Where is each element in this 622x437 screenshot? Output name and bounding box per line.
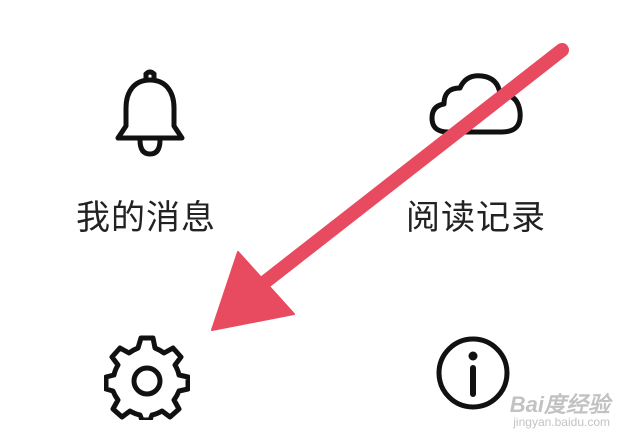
reading-history-label: 阅读记录 — [406, 198, 546, 238]
info-icon — [436, 336, 510, 410]
settings-button[interactable] — [90, 320, 210, 437]
watermark-logo-text: Bai度经验 — [509, 392, 610, 418]
watermark: Bai度经验 jingyan.baidu.com — [510, 393, 610, 429]
my-messages-label: 我的消息 — [76, 198, 216, 238]
bell-icon — [115, 69, 185, 157]
cloud-icon — [429, 73, 523, 135]
my-messages-button[interactable]: 我的消息 — [60, 50, 240, 240]
watermark-url: jingyan.baidu.com — [513, 415, 610, 430]
reading-history-button[interactable]: 阅读记录 — [390, 50, 580, 240]
menu-grid: 我的消息 阅读记录 — [0, 0, 622, 437]
gear-icon — [104, 335, 190, 420]
